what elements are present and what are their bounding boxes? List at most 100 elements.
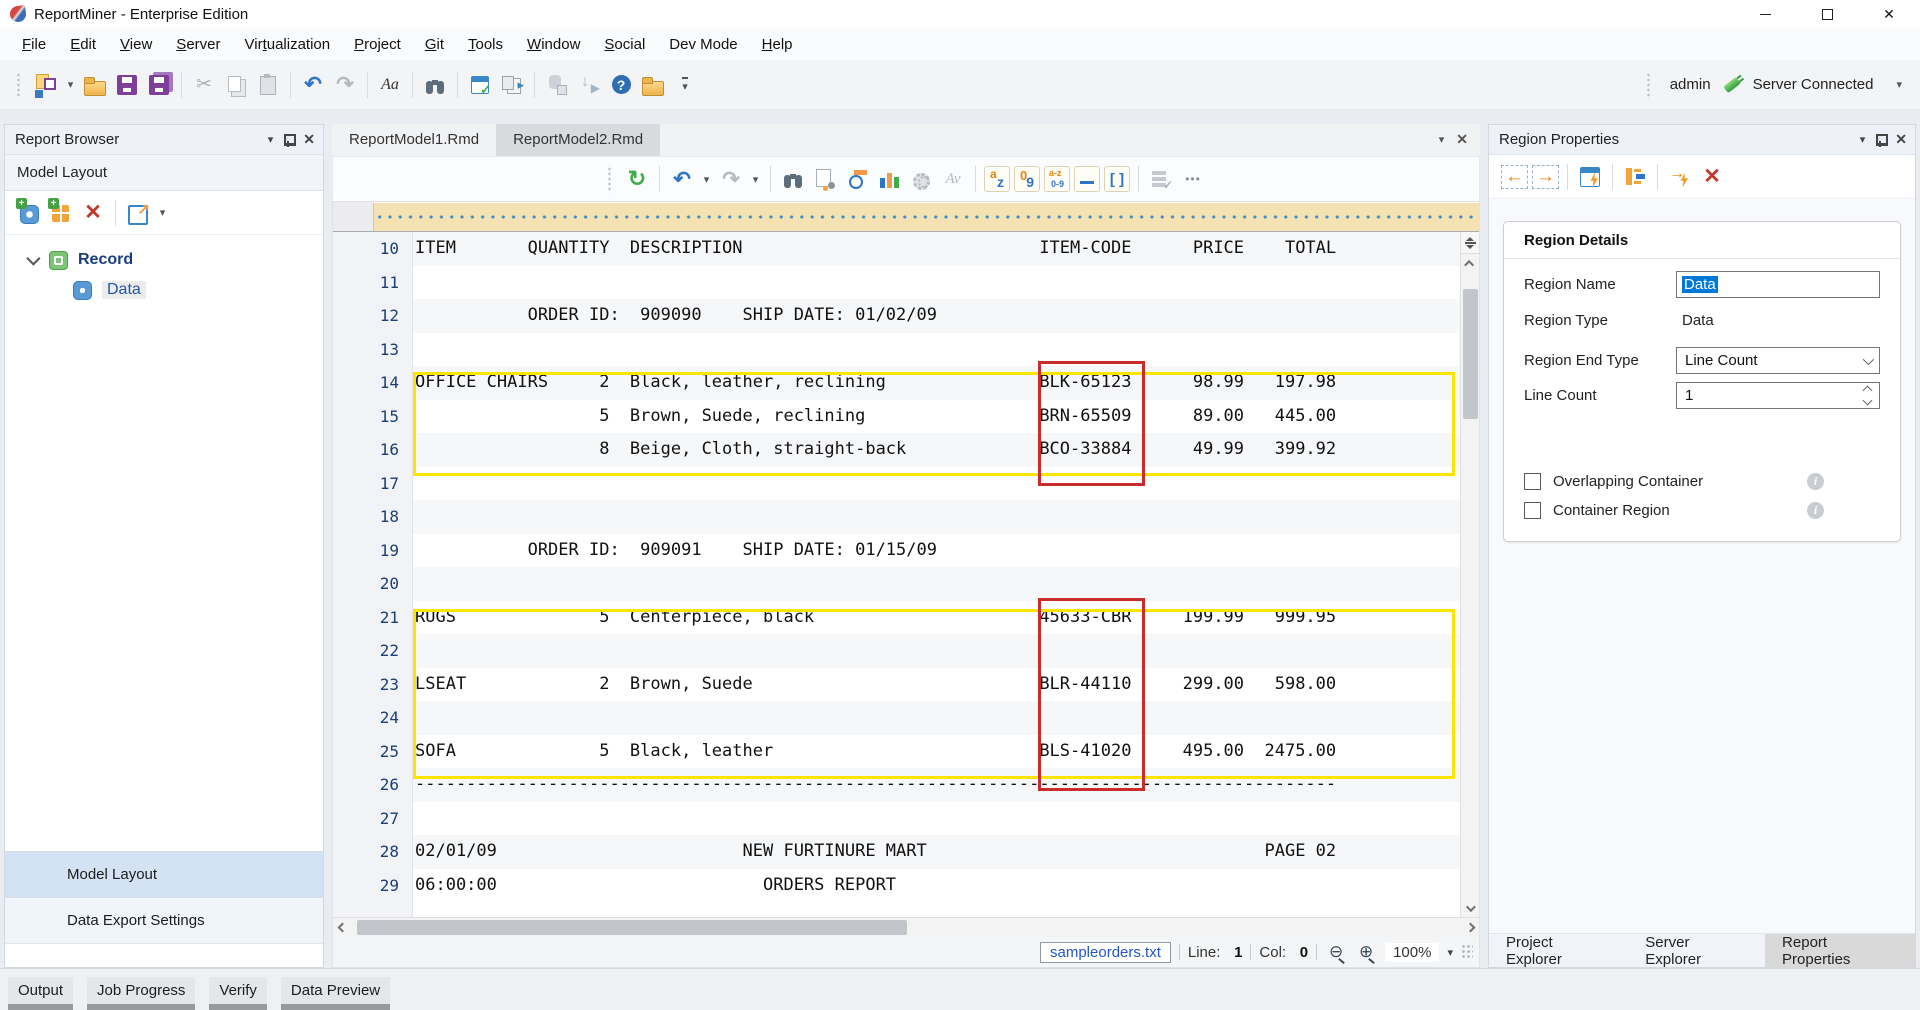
pin-icon[interactable] [1875,133,1885,147]
horizontal-scroll-thumb[interactable] [357,920,907,935]
apply-gray-icon[interactable] [1147,165,1175,193]
font-case-icon[interactable] [376,71,404,99]
region-end-type-select[interactable]: Line Count [1676,347,1880,374]
item-code-field-highlight-1[interactable] [1038,361,1145,486]
undo-icon[interactable] [299,71,327,99]
sidebar-item-model-layout[interactable]: Model Layout [5,851,323,897]
toolbar-overflow-icon[interactable]: ▾ [1896,78,1902,91]
find-icon[interactable] [779,165,807,193]
minimize-button[interactable] [1734,0,1796,28]
info-icon[interactable]: i [1807,473,1824,490]
container-region-checkbox[interactable] [1524,502,1541,519]
export-model-icon[interactable] [124,199,152,227]
save-icon[interactable] [113,71,141,99]
tree-item-record[interactable]: Record [5,245,323,275]
region-name-input[interactable]: Data [1676,271,1880,298]
overlapping-container-checkbox[interactable] [1524,473,1541,490]
tab-job-progress[interactable]: Job Progress [87,977,195,1010]
field-alnum-icon[interactable] [1044,166,1070,192]
field-brackets-icon[interactable] [1104,166,1130,192]
analyze-chart-icon[interactable] [875,165,903,193]
export-db-icon[interactable] [543,71,571,99]
new-model-icon[interactable] [32,71,60,99]
cut-icon[interactable] [190,71,218,99]
dropdown-sm-icon[interactable] [700,165,713,193]
zoom-dropdown-icon[interactable]: ▾ [1447,946,1453,959]
scroll-right-icon[interactable] [1461,924,1479,931]
menu-virtualization[interactable]: Virtualization [233,30,343,59]
open-folder-icon[interactable] [81,71,109,99]
tree-item-data[interactable]: Data [5,275,323,305]
model-options-icon[interactable] [811,165,839,193]
vertical-scrollbar[interactable] [1460,232,1479,917]
scroll-left-icon[interactable] [333,924,351,931]
menu-edit[interactable]: Edit [58,30,108,59]
stepper-arrows-icon[interactable] [1864,387,1871,404]
zoom-in-icon[interactable]: ⊕ [1355,941,1377,963]
help-icon[interactable] [607,71,635,99]
panel-menu-icon[interactable]: ▾ [268,133,274,146]
delete-item-icon[interactable] [79,199,107,227]
font-gray-icon[interactable] [939,165,967,193]
scroll-up-icon[interactable] [1461,254,1479,272]
tab-reportmodel1[interactable]: ReportModel1.Rmd [332,124,496,156]
tab-reportmodel2[interactable]: ReportModel2.Rmd [496,124,660,156]
report-line-27[interactable]: 27 [333,802,1460,836]
find-icon[interactable] [421,71,449,99]
save-all-icon[interactable] [145,71,173,99]
goto-region-icon[interactable] [1576,163,1604,191]
report-line-20[interactable]: 20 [333,567,1460,601]
menu-file[interactable]: File [10,30,58,59]
report-line-13[interactable]: 13 [333,333,1460,367]
chevron-down-icon[interactable] [26,252,40,266]
region-fields-icon[interactable] [1621,163,1649,191]
auto-gears-icon[interactable] [907,165,935,193]
report-line-19[interactable]: 19 ORDER ID: 909091 SHIP DATE: 01/15/09 [333,534,1460,568]
maximize-button[interactable] [1796,0,1858,28]
prev-region-icon[interactable] [1501,165,1528,189]
status-filename[interactable]: sampleorders.txt [1040,942,1171,963]
report-line-11[interactable]: 11 [333,266,1460,300]
menu-social[interactable]: Social [592,30,657,59]
panel-close-icon[interactable]: ✕ [1895,131,1907,148]
field-number-icon[interactable] [1014,166,1040,192]
redo-icon[interactable] [717,165,745,193]
sidebar-item-data-export-settings[interactable]: Data Export Settings [5,897,323,943]
preview-icon[interactable] [843,165,871,193]
add-collection-icon[interactable] [47,199,75,227]
menu-server[interactable]: Server [164,30,232,59]
zoom-out-icon[interactable]: ⊖ [1325,941,1347,963]
split-handle-icon[interactable] [1461,232,1479,254]
menu-window[interactable]: Window [515,30,592,59]
scroll-down-icon[interactable] [1460,899,1479,917]
tab-list-icon[interactable]: ▾ [1439,133,1445,146]
report-line-29[interactable]: 2906:00:00 ORDERS REPORT [333,869,1460,903]
tab-output[interactable]: Output [8,977,73,1010]
panel-close-icon[interactable]: ✕ [303,131,315,148]
delete-region-icon[interactable] [1698,163,1726,191]
tab-data-preview[interactable]: Data Preview [281,977,390,1010]
item-code-field-highlight-2[interactable] [1038,598,1145,791]
refresh-icon[interactable] [623,165,651,193]
menu-view[interactable]: View [108,30,164,59]
field-blank-icon[interactable] [1074,166,1100,192]
data-region-highlight-1[interactable] [413,372,1455,476]
line-count-stepper[interactable]: 1 [1676,382,1880,409]
options-check-icon[interactable] [466,71,494,99]
run-import-icon[interactable] [575,71,603,99]
compare-windows-icon[interactable] [498,71,526,99]
menu-git[interactable]: Git [413,30,456,59]
tab-project-explorer[interactable]: Project Explorer [1489,934,1628,967]
paste-icon[interactable] [254,71,282,99]
menu-help[interactable]: Help [750,30,805,59]
dropdown-sm-icon[interactable] [749,165,762,193]
add-data-region-icon[interactable] [15,199,43,227]
report-line-18[interactable]: 18 [333,500,1460,534]
field-text-icon[interactable] [984,166,1010,192]
redo-icon[interactable] [331,71,359,99]
data-region-highlight-2[interactable] [413,609,1455,779]
report-line-28[interactable]: 2802/01/09 NEW FURTINURE MART PAGE 02 [333,835,1460,869]
close-button[interactable]: ✕ [1858,0,1920,28]
toolbar-grip[interactable] [1645,71,1653,99]
undo-icon[interactable] [668,165,696,193]
